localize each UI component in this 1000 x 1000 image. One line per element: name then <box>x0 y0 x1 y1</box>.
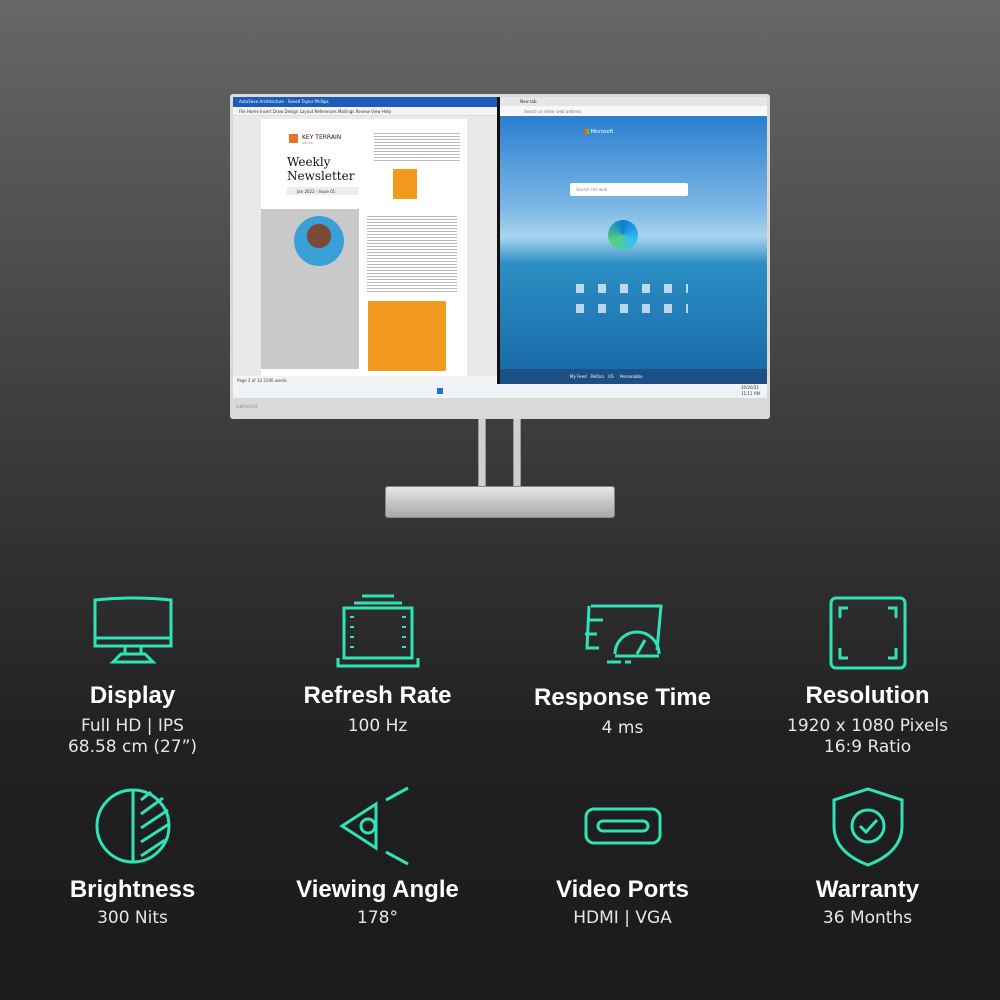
feature-line: 100 Hz <box>347 716 408 736</box>
feed-tab[interactable]: My Feed <box>570 374 587 379</box>
word-ribbon: File Home Insert Draw Design Layout Refe… <box>233 107 497 116</box>
monitor: Lenovo AutoSave Architecture - Saved Tay… <box>0 0 1000 530</box>
feed-bar: My Feed Politics US Personalize <box>500 369 767 384</box>
port-icon <box>584 807 661 845</box>
resolution-frame-icon <box>829 596 906 670</box>
taskbar-date: 10/20/21 <box>741 385 759 390</box>
brightness-half-icon <box>95 788 170 864</box>
refresh-frames-icon <box>336 594 419 668</box>
orange-feature-box <box>368 301 446 371</box>
text-block <box>367 214 457 294</box>
text-block <box>374 131 460 163</box>
newsletter-heading: Weekly Newsletter <box>287 155 355 183</box>
shield-check-icon <box>832 787 903 867</box>
microsoft-logo: Microsoft <box>584 129 613 135</box>
feature-detail: 178° <box>255 908 500 929</box>
eye-angle-icon <box>338 786 409 866</box>
monitor-screen: AutoSave Architecture - Saved Taylor Phi… <box>233 97 767 398</box>
feature-detail: 36 Months <box>745 908 990 929</box>
stand-base <box>385 486 615 518</box>
issue-bar: Jan 2022 · Issue 01 <box>287 187 359 195</box>
company-logo-icon <box>289 134 298 143</box>
feature-title: Response Time <box>534 684 711 711</box>
feature-response-time: Response Time 4 ms <box>500 602 745 739</box>
feature-title: Refresh Rate <box>303 682 452 709</box>
feature-line: 4 ms <box>601 718 644 738</box>
edge-logo-icon <box>608 220 638 250</box>
feature-viewing-angle: Viewing Angle 178° <box>255 786 500 929</box>
start-icon[interactable] <box>437 388 443 394</box>
issue-date: Jan 2022 <box>297 189 315 194</box>
stand-neck <box>478 416 486 490</box>
feature-title: Brightness <box>69 876 196 903</box>
feature-detail: 4 ms <box>500 718 745 739</box>
microsoft-label: Microsoft <box>590 129 614 135</box>
company-sub: GROUP <box>302 141 313 145</box>
feature-line: 68.58 cm (27”) <box>67 737 198 757</box>
feature-title: Warranty <box>815 876 920 903</box>
feature-detail: 1920 x 1080 Pixels 16:9 Ratio <box>745 716 990 758</box>
feature-title: Viewing Angle <box>296 876 459 903</box>
company-name: KEY TERRAIN <box>302 134 342 141</box>
feed-tab[interactable]: US <box>608 374 613 379</box>
speedometer-icon <box>584 604 663 664</box>
feature-line: 300 Nits <box>97 908 168 928</box>
feed-tab[interactable]: Politics <box>590 374 604 379</box>
feature-line: 16:9 Ratio <box>823 737 912 757</box>
feature-title: Resolution <box>805 682 930 709</box>
edge-tab[interactable]: New tab <box>500 97 767 106</box>
taskbar-time: 11:11 AM <box>741 391 760 396</box>
feature-brightness: Brightness 300 Nits <box>10 786 255 929</box>
feature-video-ports: Video Ports HDMI | VGA <box>500 806 745 929</box>
feature-display: Display Full HD | IPS 68.58 cm (27”) <box>10 596 255 758</box>
feature-line: 178° <box>357 908 398 928</box>
taskbar: 10/20/21 11:11 AM <box>233 384 767 398</box>
feature-detail: 100 Hz <box>255 716 500 737</box>
word-title-bar: AutoSave Architecture - Saved Taylor Phi… <box>233 97 497 107</box>
feature-line: 1920 x 1080 Pixels <box>787 716 948 736</box>
issue-number: Issue 01 <box>318 189 336 194</box>
word-window: AutoSave Architecture - Saved Taylor Phi… <box>233 97 497 384</box>
personalize-button[interactable]: Personalize <box>620 374 643 379</box>
feature-detail: Full HD | IPS 68.58 cm (27”) <box>10 716 255 758</box>
feature-line: 36 Months <box>822 908 913 928</box>
feature-detail: HDMI | VGA <box>500 908 745 929</box>
feature-refresh-rate: Refresh Rate 100 Hz <box>255 594 500 737</box>
search-web-input[interactable]: Search the web <box>570 183 688 196</box>
feature-title: Video Ports <box>556 876 689 903</box>
portrait-photo <box>294 216 344 266</box>
new-tab-page: Microsoft Search the web My Feed Politic… <box>500 116 767 384</box>
document-page: KEY TERRAIN GROUP Weekly Newsletter Jan … <box>261 119 467 384</box>
feature-title: Display <box>89 682 176 709</box>
orange-quote-box <box>393 169 417 199</box>
word-status-bar: Page 2 of 10 2190 words <box>233 376 497 384</box>
quick-links <box>568 284 688 324</box>
feature-warranty: Warranty 36 Months <box>745 786 990 929</box>
feature-line: Full HD | IPS <box>81 716 184 736</box>
feature-detail: 300 Nits <box>10 908 255 929</box>
brand-logo: Lenovo <box>236 403 258 410</box>
stand-neck <box>513 416 521 490</box>
address-bar[interactable]: Search or enter web address <box>500 106 767 116</box>
curved-monitor-icon <box>93 596 172 664</box>
feature-line: HDMI | VGA <box>573 908 672 928</box>
edge-window: New tab Search or enter web address Micr… <box>500 97 767 384</box>
feature-resolution: Resolution 1920 x 1080 Pixels 16:9 Ratio <box>745 596 990 758</box>
